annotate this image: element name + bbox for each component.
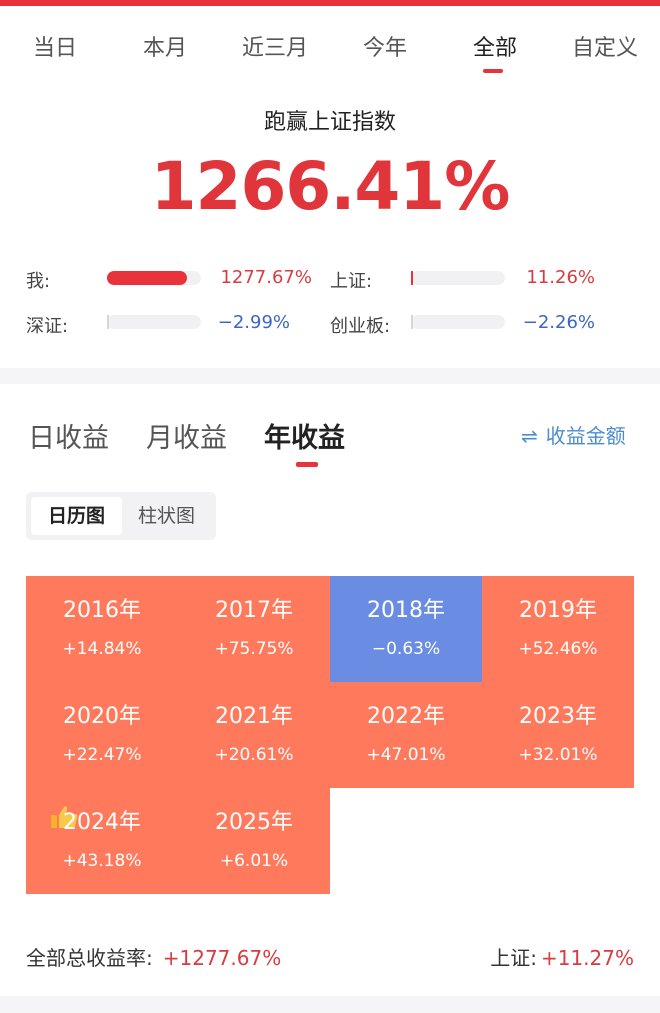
year-label: 2023年 (519, 704, 597, 729)
year-cell[interactable]: 2017年 +75.75% (178, 576, 330, 682)
view-switch: 日历图 柱状图 (26, 492, 216, 540)
year-return: +47.01% (366, 745, 446, 765)
year-cell[interactable]: 2023年 +32.01% (482, 682, 634, 788)
subtab-indicator (296, 462, 318, 467)
year-cell[interactable]: 2016年 +14.84% (26, 576, 178, 682)
year-cell[interactable]: 2024年 +43.18% (26, 788, 178, 894)
year-return: +32.01% (518, 745, 598, 765)
compare-value-chinext: −2.26% (522, 312, 595, 333)
compare-value-shenzhen: −2.99% (217, 312, 290, 333)
year-return: +43.18% (62, 851, 142, 871)
year-return: −0.63% (371, 639, 441, 659)
yearly-returns-calendar: 2016年 +14.84% 2017年 +75.75% 2018年 −0.63%… (26, 576, 634, 894)
compare-bar-fill (107, 271, 187, 285)
tab-this-year[interactable]: 今年 (330, 30, 440, 62)
year-return: +52.46% (518, 639, 598, 659)
benchmark-return-summary: 上证: +11.27% (478, 942, 634, 971)
benchmark-value: +11.27% (540, 946, 634, 970)
tab-three-months[interactable]: 近三月 (220, 30, 330, 62)
tab-yearly-returns[interactable]: 年收益 (264, 416, 345, 455)
tab-all[interactable]: 全部 (440, 30, 550, 62)
year-label: 2017年 (215, 598, 293, 623)
compare-label-shanghai: 上证: (330, 271, 373, 292)
swap-arrows-icon: ⇌ (521, 424, 538, 448)
tab-monthly-returns[interactable]: 月收益 (146, 416, 227, 455)
compare-label-chinext: 创业板: (330, 316, 391, 337)
year-cell[interactable]: 2019年 +52.46% (482, 576, 634, 682)
calendar-view-button[interactable]: 日历图 (31, 497, 122, 535)
year-return: +22.47% (62, 745, 142, 765)
year-return: +75.75% (214, 639, 294, 659)
year-return: +14.84% (62, 639, 142, 659)
year-label: 2019年 (519, 598, 597, 623)
year-cell[interactable]: 2018年 −0.63% (330, 576, 482, 682)
summary-title: 跑赢上证指数 (263, 110, 396, 135)
compare-bar-tick (107, 315, 109, 329)
returns-panel: 日收益 月收益 年收益 ⇌ 收益金额 日历图 柱状图 2016年 +14.84% … (0, 384, 660, 996)
year-return: +6.01% (219, 851, 289, 871)
year-label: 2021年 (215, 704, 293, 729)
performance-summary: 跑赢上证指数 1266.41% 我: 1277.67% 上证: 11.26% 深… (0, 84, 660, 368)
active-tab-indicator (483, 69, 503, 73)
tab-daily-returns[interactable]: 日收益 (28, 416, 109, 455)
total-return-value: +1277.67% (162, 946, 282, 970)
compare-label-me: 我: (26, 271, 51, 292)
year-label: 2016年 (63, 598, 141, 623)
tab-today[interactable]: 当日 (0, 30, 110, 62)
compare-value-me: 1277.67% (220, 267, 312, 288)
year-cell[interactable]: 2020年 +22.47% (26, 682, 178, 788)
year-return: +20.61% (214, 745, 294, 765)
year-label: 2020年 (63, 704, 141, 729)
compare-bar-tick (411, 315, 413, 329)
outperform-value: 1266.41% (150, 148, 511, 225)
year-label: 2025年 (215, 810, 293, 835)
compare-value-shanghai: 11.26% (526, 267, 595, 288)
compare-bar-me (107, 271, 201, 285)
year-cell[interactable]: 2022年 +47.01% (330, 682, 482, 788)
total-return-summary: 全部总收益率: +1277.67% (26, 942, 281, 971)
amount-toggle-button[interactable]: ⇌ 收益金额 (521, 420, 626, 449)
bar-chart-view-button[interactable]: 柱状图 (122, 497, 211, 535)
tab-custom[interactable]: 自定义 (550, 30, 660, 62)
year-cell[interactable]: 2025年 +6.01% (178, 788, 330, 894)
tab-this-month[interactable]: 本月 (110, 30, 220, 62)
period-tabs: 当日 本月 近三月 今年 全部 自定义 (0, 6, 660, 84)
compare-bar-tick (411, 271, 413, 285)
year-label: 2024年 (63, 810, 141, 835)
benchmark-label: 上证: (490, 946, 537, 970)
compare-label-shenzhen: 深证: (26, 316, 69, 337)
total-return-label: 全部总收益率: (26, 946, 153, 970)
amount-toggle-label: 收益金额 (545, 424, 626, 448)
year-label: 2018年 (367, 598, 445, 623)
year-label: 2022年 (367, 704, 445, 729)
year-cell[interactable]: 2021年 +20.61% (178, 682, 330, 788)
